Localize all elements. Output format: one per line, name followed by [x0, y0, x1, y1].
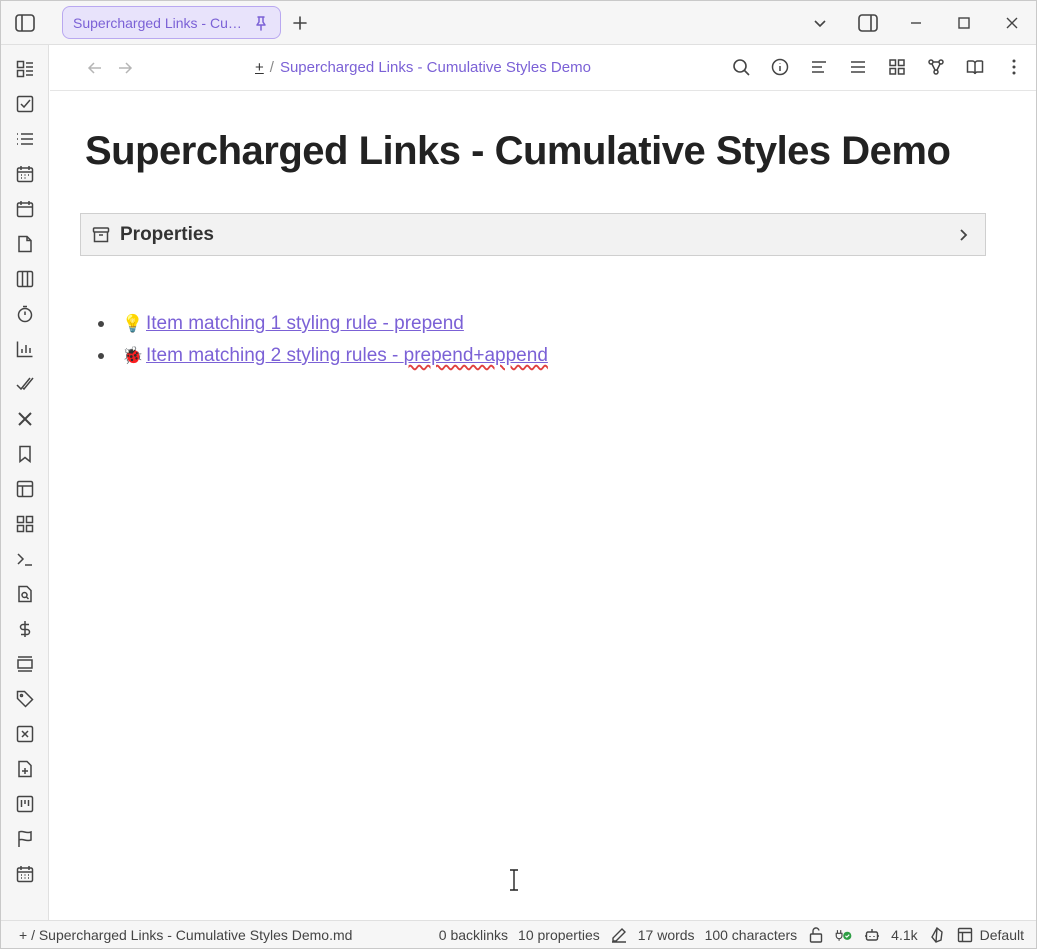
properties-label: Properties: [120, 223, 214, 245]
bullet: [98, 353, 104, 359]
internal-link[interactable]: Item matching 2 styling rules - prepend+…: [146, 345, 548, 367]
layout-icon[interactable]: [13, 477, 37, 501]
flag-icon[interactable]: [13, 827, 37, 851]
calendar-day-icon[interactable]: [13, 197, 37, 221]
minimize-icon[interactable]: [892, 1, 940, 45]
calendar-grid-icon[interactable]: [13, 862, 37, 886]
info-icon[interactable]: [768, 55, 792, 79]
bullet: [98, 321, 104, 327]
archive-icon: [91, 225, 111, 245]
list-item: 💡 Item matching 1 styling rule - prepend: [98, 308, 548, 340]
view-header: + / Supercharged Links - Cumulative Styl…: [50, 45, 1036, 91]
title-bar: Supercharged Links - Cumulative Styles D…: [1, 1, 1036, 45]
menu-lines-icon[interactable]: [846, 55, 870, 79]
page-title: Supercharged Links - Cumulative Styles D…: [85, 129, 951, 173]
dollar-icon[interactable]: [13, 617, 37, 641]
calendar-icon[interactable]: [13, 162, 37, 186]
right-sidebar-toggle-icon[interactable]: [844, 1, 892, 45]
robot-icon[interactable]: [863, 926, 881, 944]
breadcrumb-root[interactable]: +: [255, 59, 264, 76]
file-search-icon[interactable]: [13, 582, 37, 606]
columns-icon[interactable]: [13, 267, 37, 291]
gallery-icon[interactable]: [13, 652, 37, 676]
double-check-icon[interactable]: [13, 372, 37, 396]
dashboard-icon[interactable]: [13, 57, 37, 81]
terminal-icon[interactable]: [13, 547, 37, 571]
unlock-icon[interactable]: [807, 926, 825, 944]
list-item: 🐞 Item matching 2 styling rules - prepen…: [98, 340, 548, 372]
new-tab-plus-icon[interactable]: [288, 11, 312, 35]
status-word-count: 17 words: [637, 927, 695, 943]
status-layout[interactable]: Default: [956, 926, 1024, 944]
back-arrow-icon[interactable]: [83, 56, 107, 80]
tag-icon[interactable]: [13, 687, 37, 711]
tab-list-chevron-down-icon[interactable]: [796, 1, 844, 45]
reading-view-book-icon[interactable]: [963, 55, 987, 79]
properties-collapsed[interactable]: Properties: [80, 213, 986, 256]
x-square-icon[interactable]: [13, 722, 37, 746]
breadcrumb-title[interactable]: Supercharged Links - Cumulative Styles D…: [280, 59, 591, 76]
chevron-right-icon[interactable]: [953, 225, 973, 245]
grid-view-icon[interactable]: [885, 55, 909, 79]
bullet-list-icon[interactable]: [13, 127, 37, 151]
task-checkbox-icon[interactable]: [13, 92, 37, 116]
status-file-path[interactable]: + / Supercharged Links - Cumulative Styl…: [19, 927, 352, 943]
lightbulb-icon: 💡: [122, 314, 144, 333]
status-layout-label: Default: [979, 927, 1024, 943]
internal-link[interactable]: Item matching 1 styling rule - prepend: [146, 313, 464, 335]
bar-chart-icon[interactable]: [13, 337, 37, 361]
ladybug-icon: 🐞: [122, 346, 144, 365]
layout-icon: [956, 926, 974, 944]
obsidian-gem-icon[interactable]: [928, 926, 946, 944]
link-list: 💡 Item matching 1 styling rule - prepend…: [98, 308, 548, 372]
pencil-edit-icon[interactable]: [610, 926, 628, 944]
breadcrumb-separator: /: [269, 59, 274, 76]
search-icon[interactable]: [729, 55, 753, 79]
more-options-icon[interactable]: [1002, 55, 1026, 79]
text-cursor-icon: [508, 869, 520, 891]
kanban-icon[interactable]: [13, 792, 37, 816]
status-properties[interactable]: 10 properties: [518, 927, 600, 943]
close-icon[interactable]: [988, 1, 1036, 45]
window-controls: [796, 1, 1036, 45]
left-ribbon: [1, 45, 49, 920]
grid-icon[interactable]: [13, 512, 37, 536]
status-bar: + / Supercharged Links - Cumulative Styl…: [1, 920, 1036, 948]
file-icon[interactable]: [13, 232, 37, 256]
status-items: 0 backlinks 10 properties 17 words 100 c…: [439, 925, 1024, 945]
spellcheck-flagged-text: prepend+append: [403, 345, 548, 366]
graph-icon[interactable]: [924, 55, 948, 79]
status-character-count: 100 characters: [704, 927, 798, 943]
outline-icon[interactable]: [807, 55, 831, 79]
sidebar-toggle-icon[interactable]: [13, 11, 37, 35]
bookmark-icon[interactable]: [13, 442, 37, 466]
tools-icon[interactable]: [13, 407, 37, 431]
file-plus-icon[interactable]: [13, 757, 37, 781]
pin-icon[interactable]: [252, 14, 270, 32]
app-window: Supercharged Links - Cumulative Styles D…: [0, 0, 1037, 949]
link-text: Item matching 2 styling rules -: [146, 345, 404, 366]
plugin-sync-icon[interactable]: [835, 926, 853, 944]
tab-active[interactable]: Supercharged Links - Cumulative Styles D…: [62, 6, 281, 39]
maximize-icon[interactable]: [940, 1, 988, 45]
status-backlinks[interactable]: 0 backlinks: [439, 927, 508, 943]
tab-label: Supercharged Links - Cumulative Styles D…: [73, 14, 248, 31]
breadcrumb: + / Supercharged Links - Cumulative Styl…: [255, 59, 591, 76]
forward-arrow-icon[interactable]: [113, 56, 137, 80]
note-content[interactable]: Supercharged Links - Cumulative Styles D…: [50, 91, 1036, 920]
view-actions: [729, 55, 1026, 79]
timer-icon[interactable]: [13, 302, 37, 326]
status-token-count: 4.1k: [891, 927, 918, 943]
